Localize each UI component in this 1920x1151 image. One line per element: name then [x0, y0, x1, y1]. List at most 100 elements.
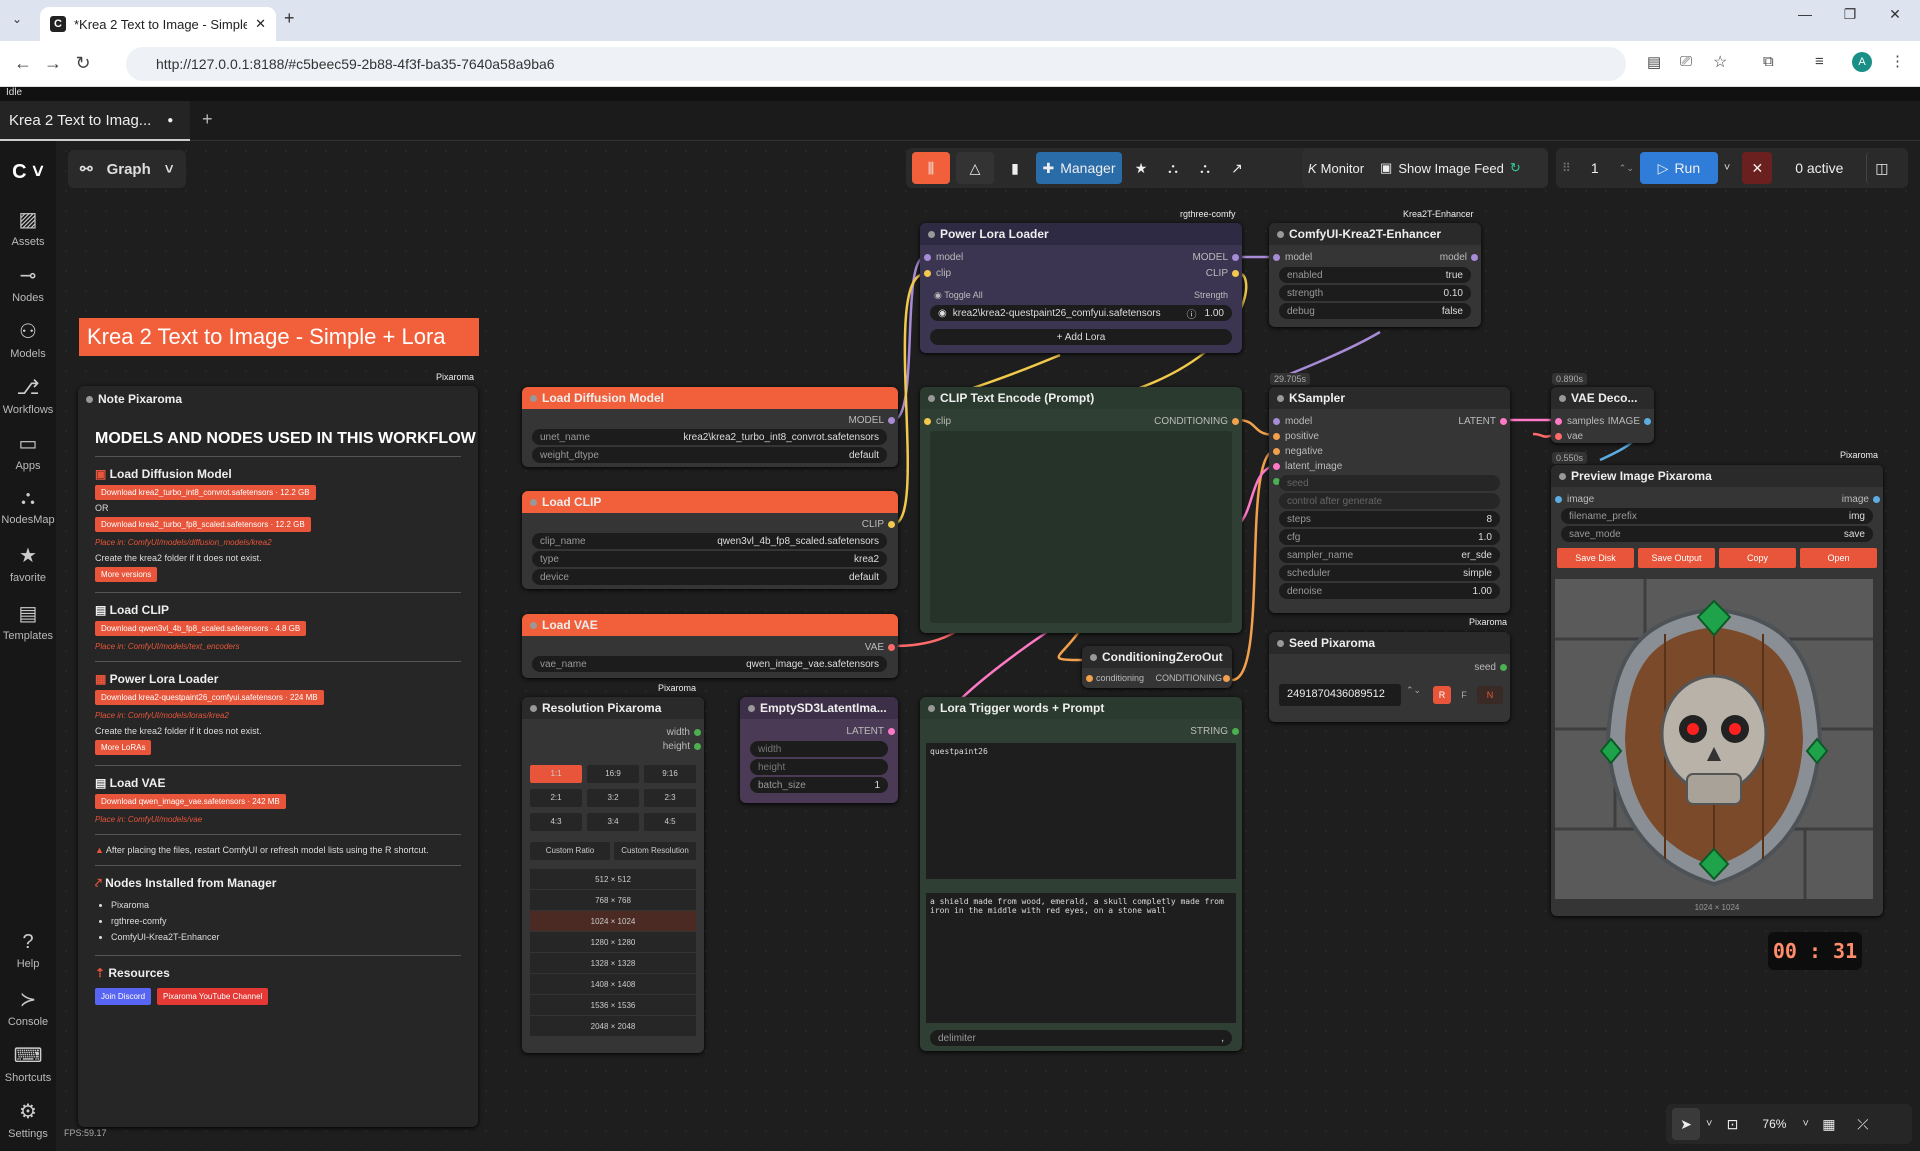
preview-image-node[interactable]: Preview Image Pixaroma image image filen… — [1551, 465, 1883, 916]
ratio-button[interactable]: 16:9 — [587, 765, 639, 783]
strength-widget[interactable]: strength 0.10 — [1279, 285, 1471, 301]
minimap-button[interactable]: ▦ — [1815, 1108, 1843, 1140]
output-dot[interactable] — [1471, 254, 1478, 261]
resolution-option[interactable]: 1536 × 1536 — [530, 995, 696, 1016]
node-header[interactable]: CLIP Text Encode (Prompt) — [920, 387, 1242, 409]
node-header[interactable]: Preview Image Pixaroma — [1551, 465, 1883, 487]
output-dot[interactable] — [1500, 418, 1507, 425]
sampler-name-widget[interactable]: sampler_name er_sde — [1279, 547, 1500, 563]
resolution-option[interactable]: 1408 × 1408 — [530, 974, 696, 995]
resolution-option[interactable]: 1328 × 1328 — [530, 953, 696, 974]
note-header[interactable]: Note Pixaroma — [78, 388, 478, 410]
output-dot[interactable] — [694, 743, 701, 750]
link-visibility-button[interactable]: ⤫ — [1849, 1108, 1877, 1140]
chevron-down-icon[interactable]: ˅ — [1706, 1118, 1712, 1130]
node-header[interactable]: Load Diffusion Model — [522, 387, 898, 409]
output-dot[interactable] — [1873, 496, 1880, 503]
debug-toggle[interactable]: debug false — [1279, 303, 1471, 319]
node-header[interactable]: Seed Pixaroma — [1269, 632, 1510, 654]
output-dot[interactable] — [1232, 270, 1239, 277]
power-lora-loader-node[interactable]: Power Lora Loader model clip MODEL CLIP … — [920, 223, 1242, 353]
output-dot[interactable] — [694, 729, 701, 736]
prompt-textarea[interactable] — [930, 431, 1232, 623]
prompt-textarea[interactable]: a shield made from wood, emerald, a skul… — [926, 893, 1236, 1023]
input-dot[interactable] — [1555, 418, 1562, 425]
input-dot[interactable] — [1273, 433, 1280, 440]
node-header[interactable]: Power Lora Loader — [920, 223, 1242, 245]
download-link[interactable]: Download qwen_image_vae.safetensors · 24… — [95, 794, 286, 809]
input-dot[interactable] — [1555, 433, 1562, 440]
output-dot[interactable] — [1232, 418, 1239, 425]
output-dot[interactable] — [888, 644, 895, 651]
krea2t-enhancer-node[interactable]: ComfyUI-Krea2T-Enhancer model model enab… — [1269, 223, 1481, 327]
custom-resolution-button[interactable]: Custom Resolution — [614, 842, 696, 860]
resolution-option[interactable]: 2048 × 2048 — [530, 1016, 696, 1037]
ksampler-node[interactable]: KSampler model positive negative latent_… — [1269, 387, 1510, 613]
clip-type-widget[interactable]: type krea2 — [532, 551, 887, 567]
input-dot[interactable] — [1273, 463, 1280, 470]
node-header[interactable]: Lora Trigger words + Prompt — [920, 697, 1242, 719]
toggle-all-row[interactable]: ◉ Toggle All — [934, 290, 983, 301]
load-diffusion-model-node[interactable]: Load Diffusion Model MODEL unet_name krea… — [522, 387, 898, 467]
enabled-toggle[interactable]: enabled true — [1279, 267, 1471, 283]
input-dot[interactable] — [1086, 675, 1093, 682]
ratio-button[interactable]: 3:4 — [587, 813, 639, 831]
vae-decode-node[interactable]: VAE Deco... samples vae IMAGE — [1551, 387, 1654, 443]
resolution-option[interactable]: 512 × 512 — [530, 869, 696, 890]
resolution-option[interactable]: 1024 × 1024 — [530, 911, 696, 932]
output-dot[interactable] — [1232, 254, 1239, 261]
output-dot[interactable] — [1223, 675, 1230, 682]
save-output-button[interactable]: Save Output — [1638, 548, 1715, 568]
scheduler-widget[interactable]: scheduler simple — [1279, 565, 1500, 581]
conditioning-zero-out-node[interactable]: ConditioningZeroOut conditioning CONDITI… — [1082, 646, 1232, 688]
ratio-button[interactable]: 9:16 — [644, 765, 696, 783]
save-disk-button[interactable]: Save Disk — [1557, 548, 1634, 568]
ratio-button[interactable]: 4:5 — [644, 813, 696, 831]
preview-image[interactable] — [1555, 579, 1873, 899]
ratio-button[interactable]: 2:1 — [530, 789, 582, 807]
input-dot[interactable] — [1273, 254, 1280, 261]
resolution-option[interactable]: 1280 × 1280 — [530, 932, 696, 953]
input-dot[interactable] — [1273, 448, 1280, 455]
open-button[interactable]: Open — [1800, 548, 1877, 568]
clip-text-encode-node[interactable]: CLIP Text Encode (Prompt) clip CONDITION… — [920, 387, 1242, 633]
ratio-button[interactable]: 1:1 — [530, 765, 582, 783]
load-clip-node[interactable]: Load CLIP CLIP clip_name qwen3vl_4b_fp8_s… — [522, 491, 898, 589]
lora-info-icon[interactable]: ⓘ — [1187, 306, 1197, 321]
filename-prefix-widget[interactable]: filename_prefix img — [1561, 508, 1873, 524]
node-header[interactable]: EmptySD3LatentIma... — [740, 697, 898, 719]
vae-name-widget[interactable]: vae_name qwen_image_vae.safetensors — [532, 656, 887, 672]
input-dot[interactable] — [924, 418, 931, 425]
node-header[interactable]: Resolution Pixaroma — [522, 697, 704, 719]
select-tool-button[interactable]: ➤ — [1672, 1108, 1700, 1140]
node-header[interactable]: ComfyUI-Krea2T-Enhancer — [1269, 223, 1481, 245]
download-link[interactable]: Download krea2_turbo_fp8_scaled.safetens… — [95, 517, 311, 532]
denoise-widget[interactable]: denoise 1.00 — [1279, 583, 1500, 599]
seed-pixaroma-node[interactable]: Seed Pixaroma seed 2491870436089512 ⌃⌄ R… — [1269, 632, 1510, 722]
device-widget[interactable]: device default — [532, 569, 887, 585]
input-dot[interactable] — [924, 270, 931, 277]
fit-view-button[interactable]: ⊡ — [1718, 1108, 1746, 1140]
download-link[interactable]: Download krea2_turbo_int8_convrot.safete… — [95, 485, 316, 500]
save-mode-widget[interactable]: save_mode save — [1561, 526, 1873, 542]
custom-ratio-button[interactable]: Custom Ratio — [530, 842, 610, 860]
zoom-level[interactable]: 76% — [1752, 1108, 1796, 1140]
node-header[interactable]: Load CLIP — [522, 491, 898, 513]
download-link[interactable]: Download qwen3vl_4b_fp8_scaled.safetenso… — [95, 621, 307, 636]
load-vae-node[interactable]: Load VAE VAE vae_name qwen_image_vae.safe… — [522, 614, 898, 678]
add-lora-button[interactable]: + Add Lora — [930, 329, 1232, 345]
more-loras-button[interactable]: More LoRAs — [95, 740, 152, 755]
node-header[interactable]: VAE Deco... — [1551, 387, 1654, 409]
empty-sd3-latent-node[interactable]: EmptySD3LatentIma... LATENT width height… — [740, 697, 898, 803]
ratio-button[interactable]: 3:2 — [587, 789, 639, 807]
delimiter-widget[interactable]: delimiter, — [930, 1030, 1232, 1046]
clip-name-widget[interactable]: clip_name qwen3vl_4b_fp8_scaled.safetenso… — [532, 533, 887, 549]
resolution-option[interactable]: 768 × 768 — [530, 890, 696, 911]
random-seed-button[interactable]: R — [1433, 686, 1451, 704]
discord-button[interactable]: Join Discord — [95, 988, 152, 1005]
new-seed-button[interactable]: N — [1477, 686, 1503, 704]
ratio-button[interactable]: 4:3 — [530, 813, 582, 831]
more-versions-button[interactable]: More versions — [95, 567, 158, 582]
output-dot[interactable] — [1644, 418, 1651, 425]
seed-stepper-icon[interactable]: ⌃⌄ — [1406, 685, 1421, 696]
